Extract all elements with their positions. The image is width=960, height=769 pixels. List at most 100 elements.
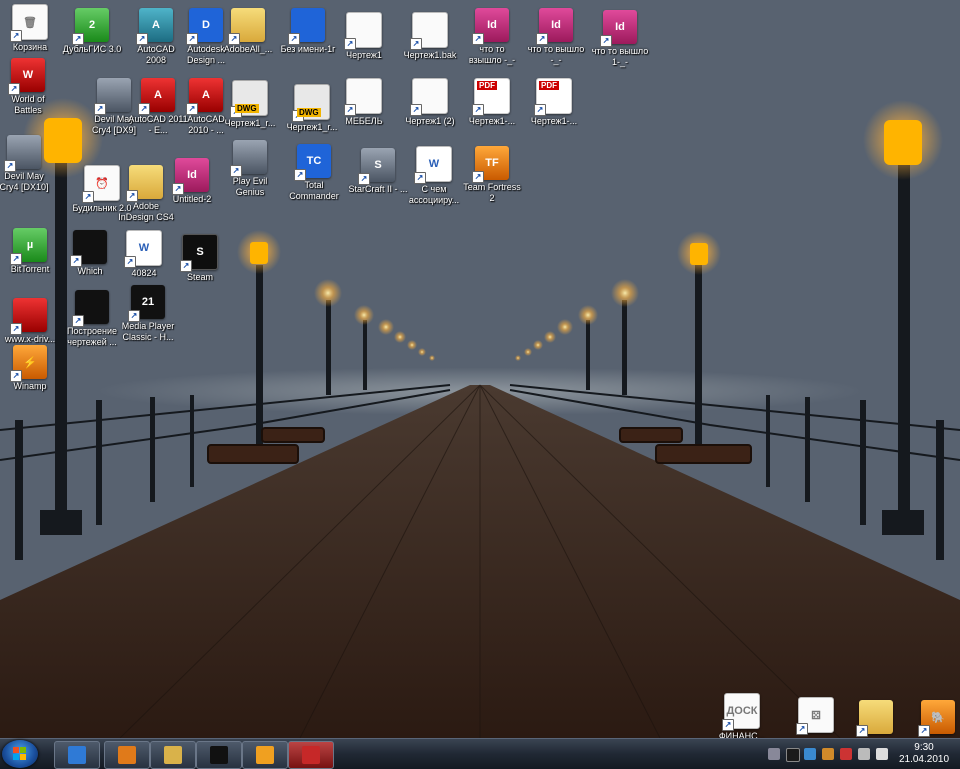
desktop-icon-label: Steam [186, 272, 213, 282]
desktop-icon-label: Чертеж1.bak [403, 50, 457, 60]
explorer-icon [164, 746, 182, 764]
desktop-icon[interactable]: Id ↗ что то вышло -_- [526, 8, 586, 66]
action-center-icon[interactable] [840, 748, 852, 760]
icon-badge: W [22, 69, 34, 81]
desktop-icon[interactable]: TC ↗ Total Commander [284, 144, 344, 202]
desktop-icon[interactable]: ↗ Play Evil Genius [220, 140, 280, 198]
desktop-icon-glyph: ↗ [126, 165, 163, 202]
desktop-icon[interactable]: ↗ МЕБЕЛЬ [334, 78, 394, 127]
shortcut-arrow-icon: ↗ [10, 30, 22, 42]
desktop-icon[interactable]: ↗ Чертеж1 [334, 12, 394, 61]
desktop-icon[interactable]: W ↗ 40824 [114, 230, 174, 279]
desktop-icon[interactable]: ↗ Построение чертежей ... [62, 290, 122, 348]
desktop-icon-glyph: S ↗ [180, 234, 218, 272]
shortcut-arrow-icon: ↗ [10, 370, 22, 382]
desktop-icon[interactable]: ↗ AdobeAll_... [218, 8, 278, 55]
volume-icon[interactable] [876, 748, 888, 760]
icon-badge: µ [26, 239, 34, 251]
shortcut-arrow-icon: ↗ [186, 103, 198, 115]
desktop-icon-glyph: W ↗ [124, 230, 162, 268]
desktop-icon[interactable]: ↗Чертеж1-... [524, 78, 584, 127]
desktop-icon-glyph: ↗ [410, 78, 448, 116]
desktop-icon-label: что то взышло -_- [468, 44, 516, 65]
desktop-icon-glyph: ↗ [288, 8, 325, 45]
shortcut-arrow-icon: ↗ [472, 33, 484, 45]
desktop-icon[interactable]: 2 ↗ ДубльГИС 3.0 [62, 8, 122, 55]
shortcut-arrow-icon: ↗ [82, 191, 94, 203]
desktop-icon[interactable]: 🐘 ↗ [908, 700, 960, 737]
icon-badge: D [202, 19, 210, 31]
desktop-icon[interactable]: Id ↗ Untitled-2 [162, 158, 222, 205]
desktop-icon-label: Play Evil Genius [232, 176, 268, 197]
shortcut-arrow-icon: ↗ [8, 83, 20, 95]
desktop-icon[interactable]: ↗Чертеж1_r... [282, 84, 342, 133]
desktop-icon[interactable]: 21 ↗ Media Player Classic - H... [118, 285, 178, 343]
desktop-icon[interactable]: ↗ Devil May Cry4 [DX10] [0, 135, 54, 193]
desktop-icon-label: BitTorrent [10, 264, 50, 274]
shortcut-arrow-icon: ↗ [410, 38, 422, 50]
desktop-icon[interactable]: ↗ www.x-driv... [0, 298, 60, 345]
desktop-icon[interactable]: ДОСК ↗ ФИНАНС... [712, 693, 772, 742]
shortcut-arrow-icon: ↗ [126, 190, 138, 202]
shortcut-arrow-icon: ↗ [180, 260, 192, 272]
desktop-icon-glyph: ДОСК ↗ [722, 693, 760, 731]
desktop-icon[interactable]: S ↗ StarCraft II - ... [348, 148, 408, 195]
icon-badge: S [196, 246, 204, 258]
shortcut-arrow-icon: ↗ [228, 33, 240, 45]
taskbar-button-explorer[interactable] [150, 741, 196, 769]
taskbar-button-internet-explorer[interactable] [54, 741, 100, 769]
taskbar-button-winamp[interactable] [242, 741, 288, 769]
desktop-icon[interactable]: W ↗ С чем ассоцииру... [404, 146, 464, 206]
icon-badge: A [154, 89, 162, 101]
shortcut-arrow-icon: ↗ [186, 33, 198, 45]
taskbar-button-media-player[interactable] [104, 741, 150, 769]
shortcut-arrow-icon: ↗ [600, 35, 612, 47]
icon-badge: Id [551, 19, 561, 31]
desktop-icon[interactable]: ↗ Which [60, 230, 120, 277]
desktop-icon[interactable]: TF ↗ Team Fortress 2 [462, 146, 522, 204]
desktop-icon[interactable]: ↗ Чертеж1 (2) [400, 78, 460, 127]
desktop-icon[interactable]: µ ↗ BitTorrent [0, 228, 60, 275]
desktop-icon[interactable]: ↗Чертеж1_r... [220, 80, 280, 129]
desktop-icon-label: StarCraft II - ... [348, 184, 408, 194]
monitor-tray-icon[interactable] [858, 748, 870, 760]
desktop-icon-glyph: A ↗ [136, 8, 173, 45]
desktop-icon-glyph: TF ↗ [472, 146, 509, 183]
start-button[interactable] [2, 740, 38, 768]
desktop-icon-glyph: ↗ [344, 12, 382, 50]
clock-date: 21.04.2010 [898, 754, 950, 765]
taskbar-button-steam[interactable] [196, 741, 242, 769]
clock[interactable]: 9:30 21.04.2010 [894, 742, 954, 766]
show-hidden-icons-icon[interactable] [768, 748, 780, 760]
autocad-icon [302, 746, 320, 764]
desktop-icon-glyph: Id ↗ [536, 8, 573, 45]
icon-badge: ⚄ [811, 709, 821, 722]
desktop-icon[interactable]: Id ↗ что то вышло 1-_- [590, 10, 650, 68]
steam-tray-icon[interactable] [786, 748, 800, 762]
desktop-icon[interactable]: 🗑 ↗ Корзина [0, 4, 60, 53]
desktop-icon-label: Чертеж1-... [468, 116, 516, 126]
shortcut-arrow-icon: ↗ [136, 33, 148, 45]
desktop-icon[interactable]: Id ↗ что то взышло -_- [462, 8, 522, 66]
desktop-icon[interactable]: W ↗ World of Battles [0, 58, 58, 116]
shortcut-arrow-icon: ↗ [344, 38, 356, 50]
desktop-icon[interactable]: ↗Чертеж1-... [462, 78, 522, 127]
desktop-icon[interactable]: ↗ Чертеж1.bak [400, 12, 460, 61]
icon-badge: 🗑 [23, 16, 37, 29]
desktop-icon-glyph: ⏰ ↗ [82, 165, 120, 203]
network-tray-icon[interactable] [804, 748, 816, 760]
shortcut-arrow-icon: ↗ [72, 315, 84, 327]
shortcut-arrow-icon: ↗ [10, 253, 22, 265]
windows-logo-icon [13, 747, 26, 760]
desktop-icon[interactable]: ⚄ ↗ [786, 697, 846, 735]
desktop-icon-glyph: Id ↗ [472, 8, 509, 45]
app-tray-icon[interactable] [822, 748, 834, 760]
desktop-icon[interactable]: ⚡ ↗ Winamp [0, 345, 60, 392]
desktop-icon[interactable]: S ↗ Steam [170, 234, 230, 283]
taskbar-button-autocad[interactable] [288, 741, 334, 769]
desktop-icon[interactable]: ↗ [846, 700, 906, 737]
desktop-icon[interactable]: ↗ Без имени-1г [278, 8, 338, 55]
icon-badge: TF [485, 157, 499, 169]
desktop-icon-glyph: 🗑 ↗ [10, 4, 48, 42]
clock-time: 9:30 [914, 742, 934, 753]
